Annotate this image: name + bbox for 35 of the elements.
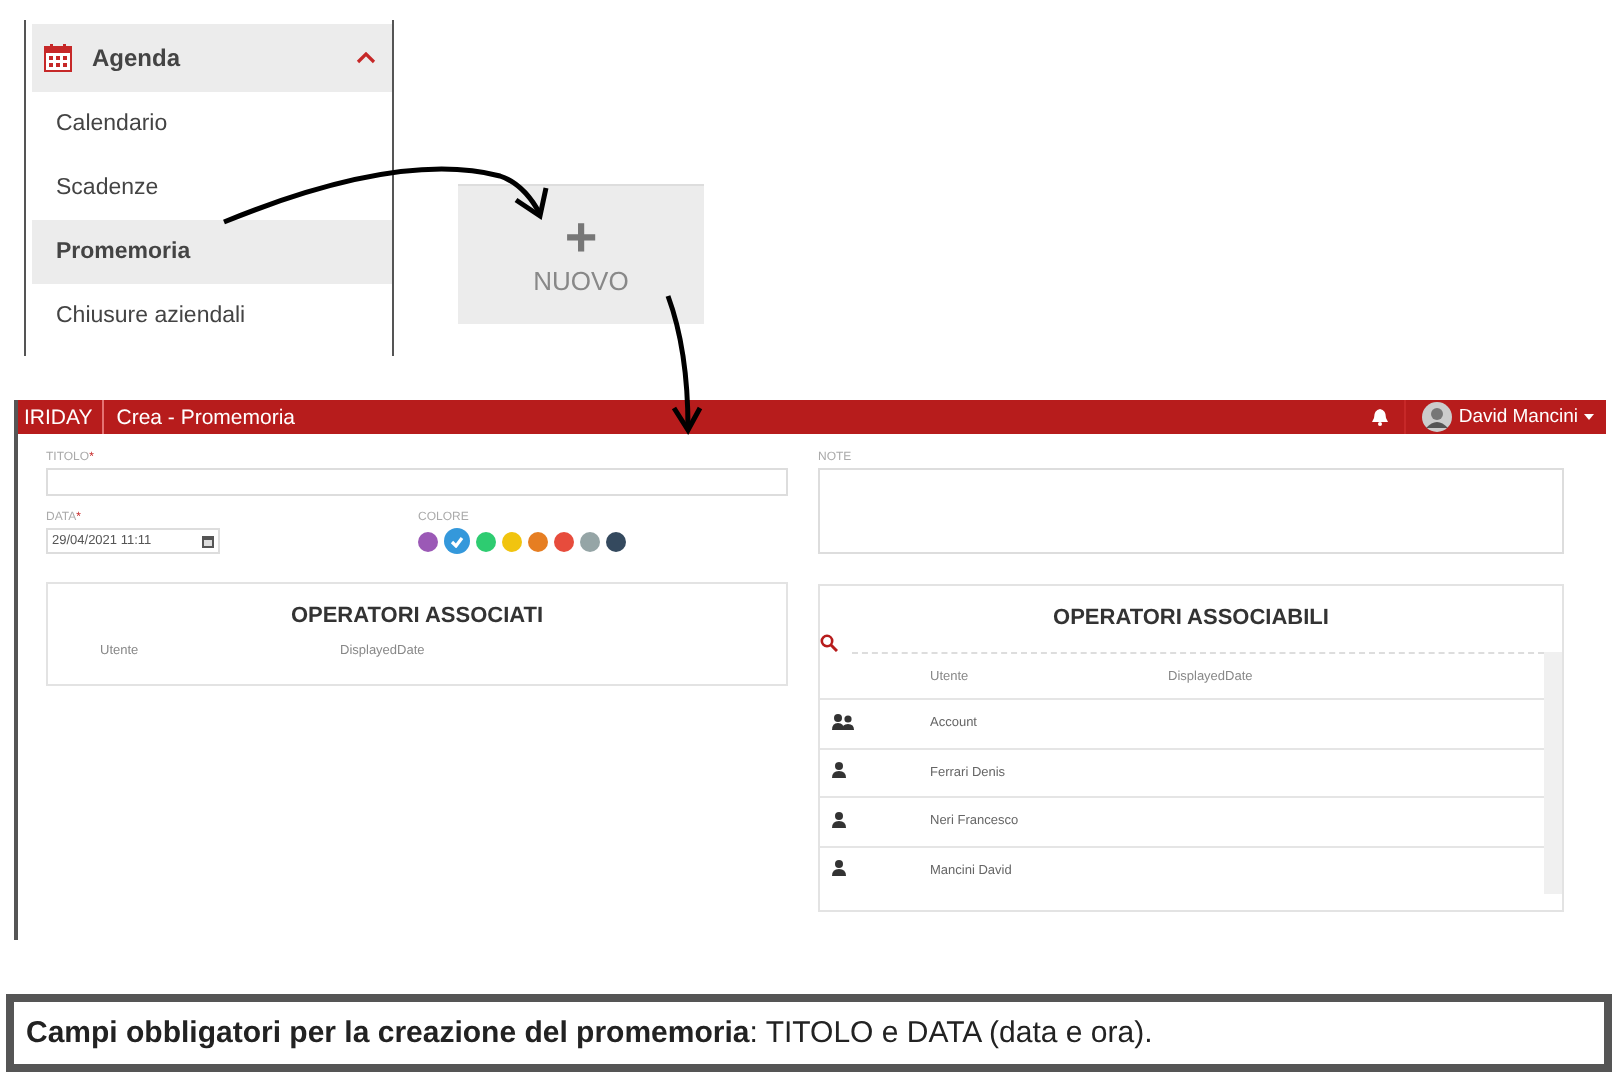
calendar-icon[interactable] [202, 535, 214, 547]
brand-label: IRIDAY [18, 400, 105, 434]
caret-icon[interactable] [356, 52, 376, 64]
menu-item[interactable]: Calendario [32, 92, 392, 156]
note-field[interactable] [818, 468, 1564, 554]
color-swatch[interactable] [528, 531, 548, 551]
color-swatch[interactable] [418, 531, 438, 551]
user-icon [832, 811, 846, 828]
calendar-icon [44, 44, 72, 72]
arrow [665, 295, 703, 435]
user-menu[interactable]: David Mancini [1422, 402, 1594, 432]
color-swatch[interactable] [580, 531, 600, 551]
menu-item[interactable]: Promemoria [32, 220, 392, 284]
scrollbar[interactable] [1544, 652, 1562, 894]
menu-item[interactable]: Chiusure aziendali [32, 284, 392, 348]
users-icon [832, 713, 854, 730]
user-icon [832, 860, 846, 877]
color-swatch[interactable] [444, 528, 470, 554]
title-field[interactable] [46, 468, 788, 496]
panel-title: OPERATORI ASSOCIATI [288, 602, 546, 628]
menu-header-label[interactable]: Agenda [92, 44, 336, 72]
color-swatch[interactable] [502, 531, 522, 551]
bell-icon[interactable] [1372, 408, 1389, 426]
caption-text: Campi obbligatori per la creazione del promemoria: TITOLO e DATA (data e ora). [26, 1016, 1153, 1050]
menu-item[interactable]: Scadenze [32, 156, 392, 220]
page-title: Crea - Promemoria [114, 405, 298, 429]
caret-icon [1584, 414, 1594, 420]
color-swatch[interactable] [554, 531, 574, 551]
color-swatch[interactable] [606, 531, 626, 551]
avatar-icon [1422, 402, 1453, 432]
new-button[interactable]: + NUOVO [458, 184, 704, 324]
search-icon[interactable] [820, 634, 838, 652]
panel-title: OPERATORI ASSOCIABILI [1051, 604, 1331, 630]
user-icon [832, 762, 846, 779]
color-swatch[interactable] [476, 531, 496, 551]
